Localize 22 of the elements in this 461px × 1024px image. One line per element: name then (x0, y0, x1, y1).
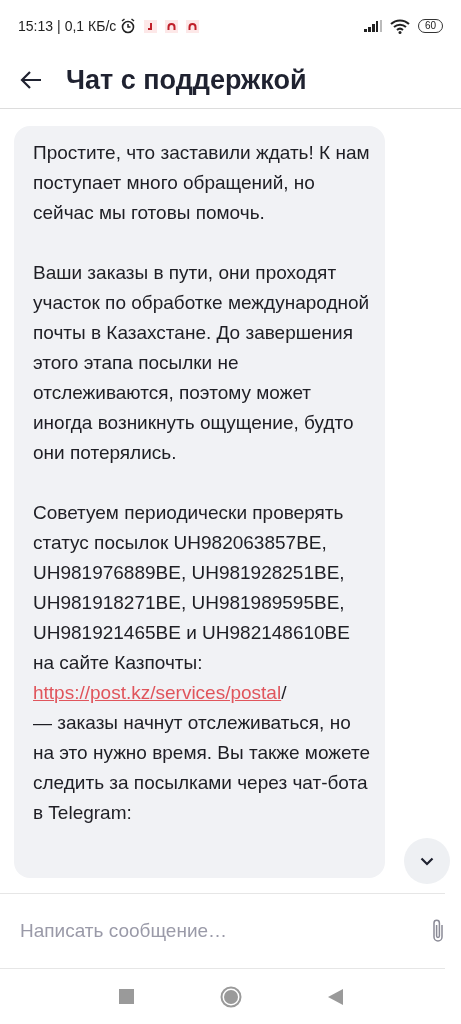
recents-icon[interactable] (118, 989, 134, 1004)
message-text: Простите, что заставили ждать! К нам поступает много обращений, но сейчас мы готовы помочь. (33, 141, 371, 225)
notification-icon (165, 19, 179, 33)
chevron-down-icon (420, 856, 434, 866)
alarm-icon (120, 18, 137, 34)
scroll-down-button[interactable] (404, 838, 450, 884)
paperclip-icon[interactable] (431, 918, 445, 944)
network-speed: 0,1 КБ/с (64, 16, 117, 36)
signal-icon (363, 20, 382, 32)
clock-time: 15:13 (18, 16, 54, 36)
notification-icon (186, 19, 200, 33)
separator: | (57, 16, 61, 36)
message-input[interactable]: Написать сообщение… (18, 915, 423, 947)
wifi-icon (389, 18, 410, 34)
back-icon[interactable] (327, 988, 343, 1005)
message-text: Советуем периодически проверять статус посылок UH982063857BE, UH981976889BE, UH981928251BE, UH981918271BE, UH981989595BE, UH981921465BE и UH982148610BE на сайте Казпочты: https://post.kz/services/postal/ — заказы начнут отслеживаться, но на это нужно время. Вы также можете следить за посылками через чат-бота в Telegram: (33, 501, 371, 825)
notification-icon (144, 19, 158, 33)
link[interactable]: https://post.kz/services/postal (33, 682, 282, 703)
message-text: Ваши заказы в пути, они проходят участок по обработке международной почты в Казахстане. До завершения этого этапа посылки не отслеживаются, поэтому может иногда возникнуть ощущение, будто они потерялись. (33, 261, 371, 465)
screen-title: Чат с поддержкой (66, 63, 307, 97)
home-icon[interactable] (219, 985, 242, 1008)
back-arrow-icon[interactable] (20, 71, 42, 89)
